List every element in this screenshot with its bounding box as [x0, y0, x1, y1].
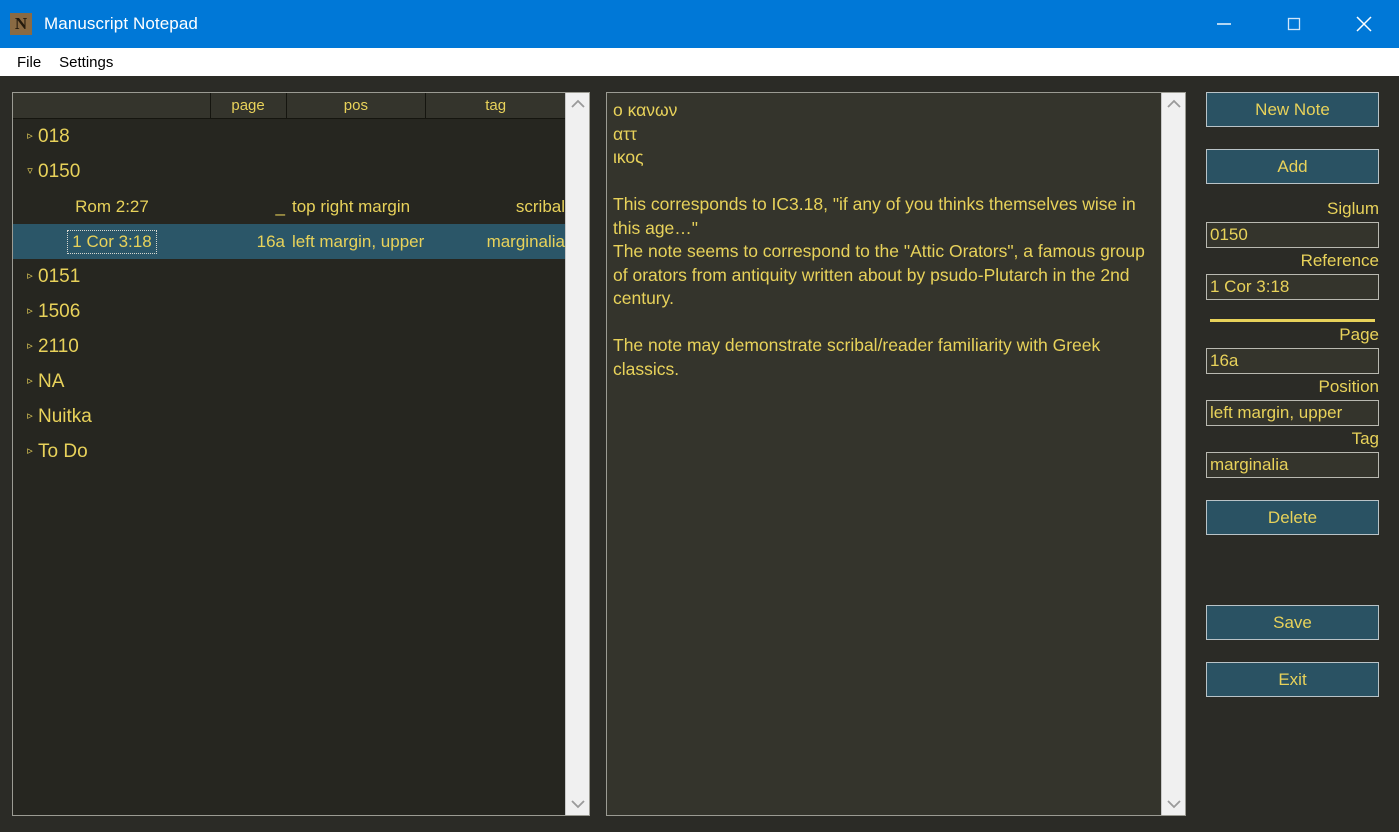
notes-tree-panel: page pos tag ▹ 018 ▿ 0150 Rom 2:27 _ top right…	[12, 92, 590, 816]
app-icon: N	[10, 13, 32, 35]
tree-row[interactable]: ▹ NA	[13, 364, 565, 399]
siglum-label: Siglum	[1327, 199, 1379, 218]
tree-node-label: 2110	[38, 335, 79, 357]
tree-row[interactable]: ▹ 1506	[13, 294, 565, 329]
notes-tree[interactable]: page pos tag ▹ 018 ▿ 0150 Rom 2:27 _ top right…	[13, 93, 565, 815]
tree-node-label: 0151	[38, 265, 81, 287]
exit-button[interactable]: Exit	[1206, 662, 1379, 697]
page-label: Page	[1339, 325, 1379, 344]
expander-expand-icon[interactable]: ▹	[22, 446, 38, 457]
tree-node-label: 1506	[38, 300, 81, 322]
expander-expand-icon[interactable]: ▹	[22, 376, 38, 387]
tree-node-label: 018	[38, 125, 70, 147]
expander-expand-icon[interactable]: ▹	[22, 271, 38, 282]
reference-field[interactable]: 1 Cor 3:18	[1206, 274, 1379, 300]
minimize-icon	[1217, 23, 1231, 25]
expander-collapse-icon[interactable]: ▿	[22, 166, 38, 177]
position-field[interactable]: left margin, upper	[1206, 400, 1379, 426]
tree-cell-reference: 1 Cor 3:18	[13, 224, 211, 259]
tree-header-blank[interactable]	[13, 93, 211, 118]
scroll-up-icon[interactable]	[570, 99, 586, 109]
reference-label: Reference	[1300, 251, 1379, 270]
app-icon-letter: N	[14, 14, 28, 33]
tree-row[interactable]: 1 Cor 3:18 16a left margin, upper marginali…	[13, 224, 565, 259]
maximize-icon	[1287, 17, 1301, 31]
tree-cell-position: left margin, upper	[292, 231, 425, 251]
menu-item-settings[interactable]: Settings	[50, 52, 122, 73]
window-title: Manuscript Notepad	[44, 14, 198, 33]
title-bar: N Manuscript Notepad	[0, 0, 1399, 48]
tree-row[interactable]: ▹ Nuitka	[13, 399, 565, 434]
tree-header-pos[interactable]: pos	[287, 93, 427, 118]
tag-label: Tag	[1351, 429, 1379, 448]
tree-column-headers: page pos tag	[13, 93, 565, 119]
tree-row[interactable]: ▿ 0150	[13, 154, 565, 189]
siglum-field[interactable]: 0150	[1206, 222, 1379, 248]
tree-cell-position: top right margin	[292, 196, 411, 216]
tree-node-label: Nuitka	[38, 405, 92, 427]
position-label: Position	[1318, 377, 1379, 396]
tree-row[interactable]: Rom 2:27 _ top right margin scribal	[13, 189, 565, 224]
tree-row[interactable]: ▹ 2110	[13, 329, 565, 364]
tree-node-label: NA	[38, 370, 65, 392]
tree-body: ▹ 018 ▿ 0150 Rom 2:27 _ top right margin scriba…	[13, 119, 565, 469]
expander-expand-icon[interactable]: ▹	[22, 341, 38, 352]
menu-item-file[interactable]: File	[8, 52, 50, 73]
close-icon	[1356, 16, 1372, 32]
window-controls	[1189, 0, 1399, 48]
minimize-button[interactable]	[1189, 0, 1259, 48]
note-text-area[interactable]: ο κανων αττ ικος This corresponds to IC3…	[607, 93, 1161, 815]
tree-cell-tag: marginalia	[486, 231, 565, 251]
editor-scrollbar[interactable]	[1161, 93, 1185, 815]
scroll-down-icon[interactable]	[1166, 799, 1182, 809]
page-field[interactable]: 16a	[1206, 348, 1379, 374]
tree-node-label: 0150	[38, 160, 81, 182]
tree-row[interactable]: ▹ 018	[13, 119, 565, 154]
tree-cell-reference: Rom 2:27	[75, 196, 149, 216]
tree-header-page[interactable]: page	[211, 93, 287, 118]
close-button[interactable]	[1329, 0, 1399, 48]
scroll-down-icon[interactable]	[570, 799, 586, 809]
tree-cell-page: _	[275, 196, 285, 216]
tree-cell-page: 16a	[256, 231, 285, 251]
tree-scrollbar[interactable]	[565, 93, 589, 815]
delete-button[interactable]: Delete	[1206, 500, 1379, 535]
workspace: page pos tag ▹ 018 ▿ 0150 Rom 2:27 _ top right…	[0, 80, 1399, 828]
expander-expand-icon[interactable]: ▹	[22, 131, 38, 142]
tag-field[interactable]: marginalia	[1206, 452, 1379, 478]
expander-expand-icon[interactable]: ▹	[22, 306, 38, 317]
expander-expand-icon[interactable]: ▹	[22, 411, 38, 422]
note-editor-panel: ο κανων αττ ικος This corresponds to IC3…	[606, 92, 1186, 816]
add-button[interactable]: Add	[1206, 149, 1379, 184]
scroll-up-icon[interactable]	[1166, 99, 1182, 109]
save-button[interactable]: Save	[1206, 605, 1379, 640]
menu-bar: File Settings	[0, 48, 1399, 78]
tree-row[interactable]: ▹ To Do	[13, 434, 565, 469]
control-panel: New Note Add Siglum 0150 Reference 1 Cor…	[1198, 92, 1387, 832]
new-note-button[interactable]: New Note	[1206, 92, 1379, 127]
tree-cell-reference-text: 1 Cor 3:18	[67, 229, 157, 254]
tree-header-tag[interactable]: tag	[426, 93, 565, 118]
tree-node-label: To Do	[38, 440, 88, 462]
tree-cell-tag: scribal	[515, 196, 565, 216]
tree-row[interactable]: ▹ 0151	[13, 259, 565, 294]
maximize-button[interactable]	[1259, 0, 1329, 48]
